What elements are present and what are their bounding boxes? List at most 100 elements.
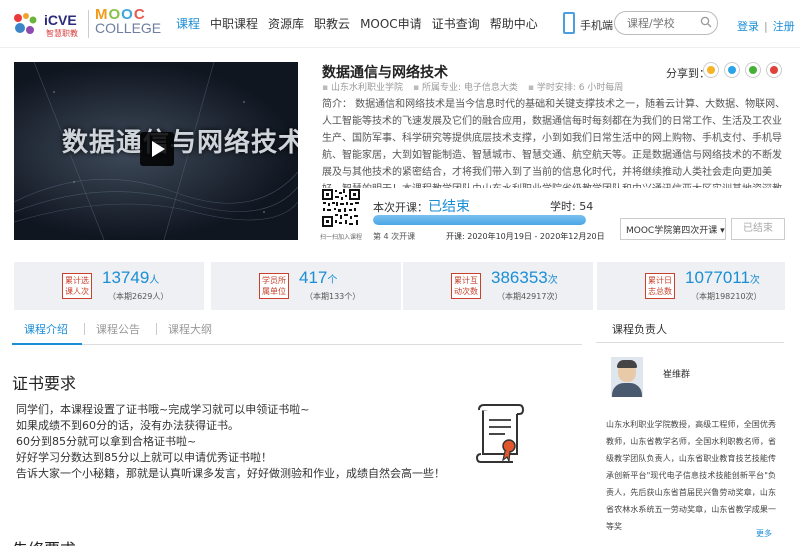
stat-number: 417 xyxy=(299,268,328,287)
avatar-hair xyxy=(617,360,637,368)
search-icon[interactable] xyxy=(700,16,712,28)
course-progress-bar xyxy=(373,215,586,225)
section-title-prerequisites: 先修要求 xyxy=(12,536,76,546)
register-link[interactable]: 注册 xyxy=(773,20,795,33)
term-select[interactable]: MOOC学院第四次开课 ▾ xyxy=(620,218,726,240)
icve-brand-text: iCVE xyxy=(44,12,77,28)
stat-badge: 学员所属单位 xyxy=(259,273,289,299)
instructor-avatar xyxy=(611,357,643,397)
stat-card-logs: 累计日志总数 1077011次 （本期198210次） xyxy=(597,262,785,310)
nav-item-secondary-courses[interactable]: 中职课程 xyxy=(210,15,258,32)
certificate-line: 如果成绩不到60分的话，没有办法获得证书。 xyxy=(16,419,239,432)
stat-card-enrollments: 累计选课人次 13749人 （本期2629人） xyxy=(14,262,204,310)
certificate-scroll-icon xyxy=(475,404,525,464)
stat-card-units: 学员所属单位 417个 （本期133个） xyxy=(211,262,401,310)
instructor-panel-title: 课程负责人 xyxy=(612,323,667,336)
course-intro-text: 简介： 数据通信和网络技术是当今信息时代的基础和关键支撑技术之一，随着云计算、大… xyxy=(322,99,786,188)
term-select-value: MOOC学院第四次开课 xyxy=(626,226,718,236)
stat-unit: 人 xyxy=(149,275,160,286)
main-nav: 课程 中职课程 资源库 职教云 MOOC申请 证书查询 帮助中心 xyxy=(176,15,548,32)
mobile-label[interactable]: 手机端 xyxy=(580,17,613,33)
nav-item-courses[interactable]: 课程 xyxy=(176,15,200,32)
tab-course-outline[interactable]: 课程大纲 xyxy=(168,321,212,337)
course-video-player[interactable]: 数据通信与网络技术 xyxy=(14,62,298,240)
session-count: 第 4 次开课 xyxy=(373,232,416,241)
stat-value: 417个 xyxy=(299,268,337,288)
meta-major: 所属专业: 电子信息大类 xyxy=(413,80,518,93)
section-title-certificate: 证书要求 xyxy=(12,374,77,393)
stat-unit: 次 xyxy=(749,275,760,286)
tab-course-announcements[interactable]: 课程公告 xyxy=(96,321,140,337)
icve-logo[interactable]: iCVE 智慧职教 xyxy=(12,10,82,38)
course-hours: 学时: 54 xyxy=(550,200,594,213)
course-progress-fill xyxy=(373,215,586,225)
course-title: 数据通信与网络技术 xyxy=(322,65,448,81)
nav-item-resource-library[interactable]: 资源库 xyxy=(268,15,304,32)
video-title-overlay: 数据通信与网络技术 xyxy=(62,128,298,158)
tab-course-intro[interactable]: 课程介绍 xyxy=(24,321,68,337)
instructor-panel-header: 课程负责人 xyxy=(596,321,784,343)
stat-badge: 累计日志总数 xyxy=(645,273,675,299)
stat-sub: （本期42917次） xyxy=(497,292,563,301)
stat-value: 386353次 xyxy=(491,268,558,288)
nav-item-help-center[interactable]: 帮助中心 xyxy=(490,15,538,32)
share-qq-icon[interactable] xyxy=(724,62,740,78)
login-link[interactable]: 登录 xyxy=(737,20,759,33)
mooc-college-logo[interactable]: MOOC COLLEGE xyxy=(95,6,162,40)
share-icons xyxy=(703,62,782,78)
session-status: 本次开课：已结束 xyxy=(373,196,470,216)
meta-hours: 学时安排: 6 小时每周 xyxy=(528,80,623,93)
instructor-name: 崔维群 xyxy=(663,370,691,380)
ended-button[interactable]: 已结束 xyxy=(731,218,785,240)
share-qzone-icon[interactable] xyxy=(703,62,719,78)
stat-value: 13749人 xyxy=(102,268,159,288)
nav-item-mooc-apply[interactable]: MOOC申请 xyxy=(360,15,422,32)
icve-logo-icon xyxy=(14,13,37,34)
mobile-phone-icon[interactable] xyxy=(563,12,575,34)
certificate-line: 同学们，本课程设置了证书哦~完成学习就可以申领证书啦~ xyxy=(16,403,310,416)
course-intro: 简介： 数据通信和网络技术是当今信息时代的基础和关键支撑技术之一，随着云计算、大… xyxy=(322,96,786,188)
session-status-value: 已结束 xyxy=(428,199,470,215)
tab-separator xyxy=(156,323,157,335)
certificate-line: 告诉大家一个小秘籍，那就是认真听课多发言，好好做测验和作业，成绩自然会高一些！ xyxy=(16,467,445,480)
stat-sub: （本期198210次） xyxy=(691,292,762,301)
qr-label: 扫一扫加入课程 xyxy=(320,234,363,241)
stat-number: 386353 xyxy=(491,268,548,287)
stat-sub: （本期133个） xyxy=(305,292,361,301)
play-button[interactable] xyxy=(140,132,174,166)
certificate-line: 好好学习分数达到85分以上就可以申请优秀证书啦！ xyxy=(16,451,272,464)
stat-card-interactions: 累计互动次数 386353次 （本期42917次） xyxy=(403,262,593,310)
stat-number: 1077011 xyxy=(685,268,750,287)
nav-item-vocational-cloud[interactable]: 职教云 xyxy=(314,15,350,32)
share-wechat-icon[interactable] xyxy=(745,62,761,78)
icve-brand-sub: 智慧职教 xyxy=(46,29,78,38)
share-weibo-icon[interactable] xyxy=(766,62,782,78)
session-dates: 开课: 2020年10月19日 - 2020年12月20日 xyxy=(446,232,605,241)
auth-links: 登录 | 注册 xyxy=(737,18,795,34)
session-label: 本次开课： xyxy=(373,201,428,214)
stat-unit: 个 xyxy=(327,275,338,286)
meta-school: 山东水利职业学院 xyxy=(322,80,403,93)
site-header: iCVE 智慧职教 MOOC COLLEGE 课程 中职课程 资源库 职教云 M… xyxy=(0,0,800,48)
logo-divider xyxy=(88,10,89,38)
content-tabs: 课程介绍 课程公告 课程大纲 xyxy=(12,321,582,345)
certificate-line: 60分到85分就可以拿到合格证书啦~ xyxy=(16,435,197,448)
stat-value: 1077011次 xyxy=(685,268,760,288)
avatar-body xyxy=(612,383,642,397)
course-meta: 山东水利职业学院 所属专业: 电子信息大类 学时安排: 6 小时每周 xyxy=(322,80,623,93)
course-qr-code xyxy=(321,188,361,228)
active-tab-indicator xyxy=(12,343,82,345)
stat-unit: 次 xyxy=(547,275,558,286)
instructor-more-link[interactable]: 更多 xyxy=(756,528,772,539)
nav-item-certificate-query[interactable]: 证书查询 xyxy=(432,15,480,32)
stat-number: 13749 xyxy=(102,268,150,287)
certificate-requirements: 同学们，本课程设置了证书哦~完成学习就可以申领证书啦~ 如果成绩不到60分的话，… xyxy=(16,402,445,482)
mooc-logo-bottom: COLLEGE xyxy=(95,20,162,36)
instructor-bio: 山东水利职业学院教授，高级工程师，全国优秀教师，山东省教学名师，全国水利职教名师… xyxy=(606,420,776,531)
auth-separator: | xyxy=(764,20,768,33)
chevron-down-icon: ▾ xyxy=(720,226,725,236)
tab-separator xyxy=(84,323,85,335)
stat-badge: 累计互动次数 xyxy=(451,273,481,299)
stat-sub: （本期2629人） xyxy=(108,292,169,301)
stat-badge: 累计选课人次 xyxy=(62,273,92,299)
